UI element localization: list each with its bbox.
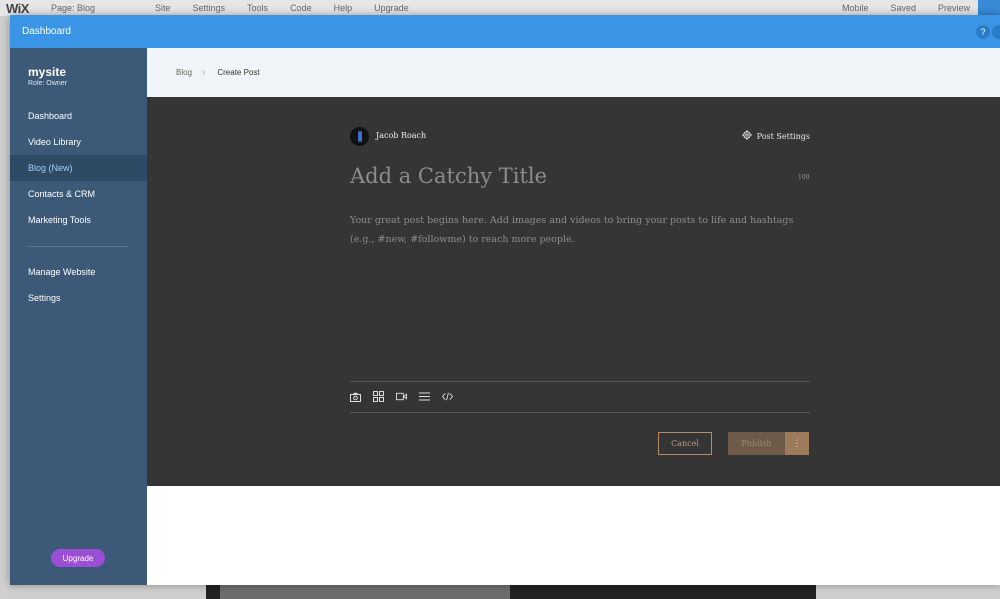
sidebar-item-label: Dashboard xyxy=(28,111,73,121)
sidebar-item-contacts[interactable]: Contacts & CRM xyxy=(10,181,147,207)
sidebar-item-label: Settings xyxy=(28,293,61,303)
author-name: Jacob Roach xyxy=(376,131,427,140)
help-button[interactable]: ? xyxy=(976,25,990,39)
menu-upgrade[interactable]: Upgrade xyxy=(374,3,409,13)
site-name: mysite xyxy=(28,65,67,79)
editor-topbar: WiX Page: Blog Site Settings Tools Code … xyxy=(0,0,1000,16)
page-selector[interactable]: Page: Blog xyxy=(51,3,95,13)
sidebar-item-manage-website[interactable]: Manage Website xyxy=(10,259,147,285)
close-button[interactable] xyxy=(992,25,1000,39)
preview-button[interactable]: Preview xyxy=(938,3,970,13)
post-body-input[interactable]: Your great post begins here. Add images … xyxy=(350,211,805,249)
title-char-count: 100 xyxy=(798,174,810,181)
sidebar-item-dashboard[interactable]: Dashboard xyxy=(10,103,147,129)
video-icon[interactable] xyxy=(396,391,407,402)
dashboard-modal: Dashboard ? mysite Role: Owner Dashboard… xyxy=(10,15,1000,585)
sidebar-item-label: Manage Website xyxy=(28,267,96,277)
breadcrumb-blog[interactable]: Blog xyxy=(176,68,192,77)
publish-button[interactable]: Publish xyxy=(728,432,785,455)
upgrade-button[interactable]: Upgrade xyxy=(51,549,105,567)
breadcrumb-current: Create Post xyxy=(217,68,260,77)
sidebar-item-label: Contacts & CRM xyxy=(28,189,96,199)
main-content: Blog › Create Post Jacob Roach Post Sett… xyxy=(147,48,1000,585)
code-icon[interactable] xyxy=(442,391,453,402)
more-options-icon[interactable]: ⋮ xyxy=(785,432,809,455)
modal-title: Dashboard xyxy=(22,26,71,37)
wix-logo: WiX xyxy=(6,0,29,16)
camera-icon[interactable] xyxy=(350,391,361,402)
cancel-button[interactable]: Cancel xyxy=(658,432,712,455)
menu-code[interactable]: Code xyxy=(290,3,312,13)
menu-tools[interactable]: Tools xyxy=(247,3,268,13)
gear-icon xyxy=(741,130,752,142)
save-status: Saved xyxy=(890,3,916,13)
breadcrumb: Blog › Create Post xyxy=(147,48,1000,97)
avatar xyxy=(350,127,369,146)
post-settings-button[interactable]: Post Settings xyxy=(741,130,810,142)
post-title-input[interactable]: Add a Catchy Title xyxy=(350,164,547,188)
sidebar-item-label: Blog (New) xyxy=(28,163,73,173)
toolbar-divider-top xyxy=(350,381,810,382)
dashboard-sidebar: mysite Role: Owner Dashboard Video Libra… xyxy=(10,48,147,585)
sidebar-item-video-library[interactable]: Video Library xyxy=(10,129,147,155)
sidebar-item-blog[interactable]: Blog (New) xyxy=(10,155,147,181)
post-editor: Jacob Roach Post Settings Add a Catchy T… xyxy=(147,97,1000,486)
gallery-icon[interactable] xyxy=(373,391,384,402)
menu-site[interactable]: Site xyxy=(155,3,171,13)
chevron-right-icon: › xyxy=(202,67,206,78)
sidebar-item-settings[interactable]: Settings xyxy=(10,285,147,311)
mobile-toggle[interactable]: Mobile xyxy=(842,3,869,13)
sidebar-item-label: Marketing Tools xyxy=(28,215,91,225)
menu-settings[interactable]: Settings xyxy=(193,3,226,13)
menu-help[interactable]: Help xyxy=(334,3,353,13)
editor-toolbar xyxy=(350,391,453,402)
site-role: Role: Owner xyxy=(28,80,67,87)
publish-edge xyxy=(978,0,1000,16)
sidebar-divider xyxy=(28,246,128,247)
modal-header: Dashboard ? xyxy=(10,15,1000,48)
toolbar-divider-bottom xyxy=(350,412,810,413)
post-settings-label: Post Settings xyxy=(756,131,810,141)
sidebar-item-marketing-tools[interactable]: Marketing Tools xyxy=(10,207,147,233)
sidebar-item-label: Video Library xyxy=(28,137,81,147)
divider-icon[interactable] xyxy=(419,391,430,402)
